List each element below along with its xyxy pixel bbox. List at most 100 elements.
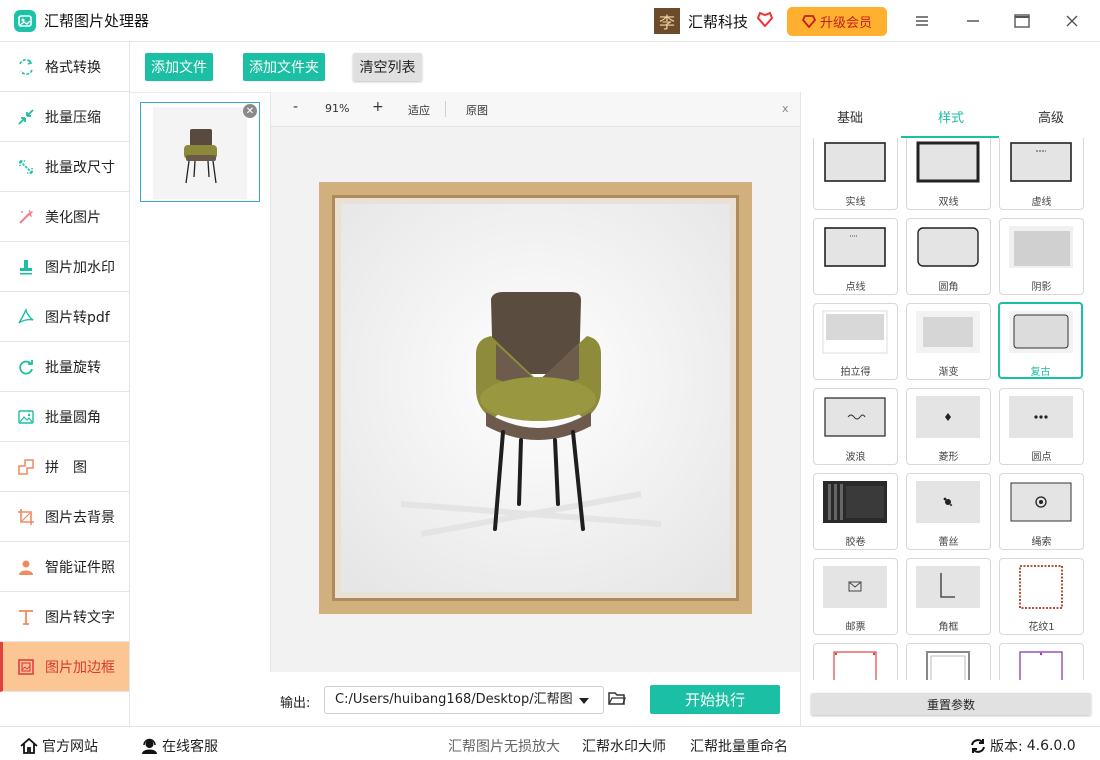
style-card-pattern3[interactable] <box>906 643 991 680</box>
style-card-polaroid[interactable]: 拍立得 <box>813 303 898 380</box>
home-icon <box>20 738 38 754</box>
sidebar-item-rotate[interactable]: 批量旋转 <box>0 342 129 392</box>
version-info[interactable]: 版本: 4.6.0.0 <box>970 736 1076 756</box>
tab-basic[interactable]: 基础 <box>837 107 863 126</box>
upgrade-vip-label: 升级会员 <box>819 16 872 31</box>
output-path-select[interactable]: C:/Users/huibang168/Desktop/汇帮图 <box>324 686 604 714</box>
style-card-corner[interactable]: 角框 <box>906 558 991 635</box>
sidebar-item-compress[interactable]: 批量压缩 <box>0 92 129 142</box>
close-preview-button[interactable]: x <box>782 102 789 115</box>
style-card-film[interactable]: 胶卷 <box>813 473 898 550</box>
frame-style-grid: 实线 双线 虚线 点线 圆角 阴影 拍立得 渐变 复古 波浪 菱形 圆点 胶卷 … <box>801 138 1100 680</box>
style-label: 波浪 <box>845 452 866 463</box>
style-card-pattern4[interactable] <box>999 643 1084 680</box>
style-label: 圆点 <box>1031 452 1052 463</box>
maximize-icon[interactable] <box>1011 10 1033 32</box>
sidebar-item-label: 图片加水印 <box>45 259 115 276</box>
style-card-solid[interactable]: 实线 <box>813 138 898 210</box>
tab-advanced[interactable]: 高级 <box>1038 107 1064 126</box>
sidebar-item-puzzle[interactable]: 拼 图 <box>0 442 129 492</box>
sidebar-item-label: 图片转pdf <box>45 309 110 326</box>
version-label: 版本: <box>990 739 1023 755</box>
upgrade-vip-button[interactable]: 升级会员 <box>787 7 887 36</box>
minimize-icon[interactable] <box>962 10 984 32</box>
online-service-link[interactable]: 在线客服 <box>141 736 218 756</box>
watermark-master-link[interactable]: 汇帮水印大师 <box>582 736 666 756</box>
style-card-pattern1[interactable]: 花纹1 <box>999 558 1084 635</box>
zoom-in-button[interactable]: + <box>372 99 384 115</box>
brand-area[interactable]: 李 汇帮科技 <box>654 8 774 34</box>
sidebar-item-label: 图片加边框 <box>45 659 115 676</box>
frame-icon <box>16 657 36 677</box>
fit-button[interactable]: 适应 <box>408 102 430 118</box>
output-bar: 输出: C:/Users/huibang168/Desktop/汇帮图 开始执行 <box>270 672 800 726</box>
frame-inner-border <box>332 195 739 601</box>
sidebar-item-label: 批量压缩 <box>45 109 101 126</box>
sidebar-item-label: 智能证件照 <box>45 559 115 576</box>
id-photo-icon <box>16 557 36 577</box>
add-file-button[interactable]: 添加文件 <box>145 53 213 81</box>
style-card-gradient[interactable]: 渐变 <box>906 303 991 380</box>
sidebar-item-to-pdf[interactable]: 图片转pdf <box>0 292 129 342</box>
start-button[interactable]: 开始执行 <box>650 685 780 714</box>
style-card-lace[interactable]: 蕾丝 <box>906 473 991 550</box>
menu-icon[interactable] <box>911 10 933 32</box>
sidebar-item-resize[interactable]: 批量改尺寸 <box>0 142 129 192</box>
style-label: 实线 <box>845 197 866 208</box>
style-card-stamp[interactable]: 邮票 <box>813 558 898 635</box>
compress-icon <box>16 107 36 127</box>
pdf-icon <box>16 307 36 327</box>
batch-rename-link[interactable]: 汇帮批量重命名 <box>690 736 788 756</box>
zoom-level: 91% <box>325 102 350 115</box>
output-label: 输出: <box>280 696 311 711</box>
style-card-double[interactable]: 双线 <box>906 138 991 210</box>
style-label: 阴影 <box>1031 282 1052 293</box>
file-thumbnail[interactable]: ✕ <box>140 102 260 202</box>
folder-icon[interactable] <box>608 691 626 710</box>
style-label: 花纹1 <box>1028 622 1055 633</box>
style-card-rounded[interactable]: 圆角 <box>906 218 991 295</box>
sidebar-item-watermark[interactable]: 图片加水印 <box>0 242 129 292</box>
style-card-dashed[interactable]: 虚线 <box>999 138 1084 210</box>
preview-area: - 91% + 适应 原图 x <box>270 92 801 672</box>
sidebar-item-remove-bg[interactable]: 图片去背景 <box>0 492 129 542</box>
style-card-diamond[interactable]: 菱形 <box>906 388 991 465</box>
crop-icon <box>16 507 36 527</box>
resize-icon <box>16 157 36 177</box>
watermark-icon <box>16 257 36 277</box>
style-label: 角框 <box>938 622 959 633</box>
remove-file-icon[interactable]: ✕ <box>243 104 257 118</box>
style-card-dotted[interactable]: 点线 <box>813 218 898 295</box>
style-card-pattern2[interactable] <box>813 643 898 680</box>
reset-params-button[interactable]: 重置参数 <box>811 693 1091 715</box>
sidebar-item-to-text[interactable]: 图片转文字 <box>0 592 129 642</box>
style-card-rope[interactable]: 绳索 <box>999 473 1084 550</box>
style-card-vintage[interactable]: 复古 <box>998 302 1083 379</box>
original-size-button[interactable]: 原图 <box>466 102 488 118</box>
style-label: 拍立得 <box>840 367 871 378</box>
style-card-wave[interactable]: 波浪 <box>813 388 898 465</box>
chevron-down-icon[interactable] <box>578 694 590 709</box>
sidebar-item-format-convert[interactable]: 格式转换 <box>0 42 129 92</box>
sidebar-item-label: 图片转文字 <box>45 609 115 626</box>
clear-list-button[interactable]: 清空列表 <box>353 53 422 81</box>
style-card-dots[interactable]: 圆点 <box>999 388 1084 465</box>
app-logo-icon <box>14 9 36 32</box>
style-label: 渐变 <box>938 367 959 378</box>
lossless-upscale-link[interactable]: 汇帮图片无损放大 <box>448 736 560 756</box>
sidebar-item-label: 格式转换 <box>45 59 101 76</box>
style-label: 邮票 <box>845 622 866 633</box>
add-folder-button[interactable]: 添加文件夹 <box>243 53 325 81</box>
sidebar-item-beautify[interactable]: 美化图片 <box>0 192 129 242</box>
style-label: 点线 <box>845 282 866 293</box>
close-icon[interactable] <box>1061 10 1083 32</box>
sidebar-item-round-corner[interactable]: 批量圆角 <box>0 392 129 442</box>
official-website-link[interactable]: 官方网站 <box>20 736 98 756</box>
sidebar-item-id-photo[interactable]: 智能证件照 <box>0 542 129 592</box>
style-card-shadow[interactable]: 阴影 <box>999 218 1084 295</box>
zoom-out-button[interactable]: - <box>293 99 298 115</box>
preview-toolbar: - 91% + 适应 原图 x <box>271 92 801 127</box>
tab-style[interactable]: 样式 <box>938 107 964 126</box>
diamond-icon <box>801 15 816 28</box>
sidebar-item-add-frame[interactable]: 图片加边框 <box>0 642 129 692</box>
